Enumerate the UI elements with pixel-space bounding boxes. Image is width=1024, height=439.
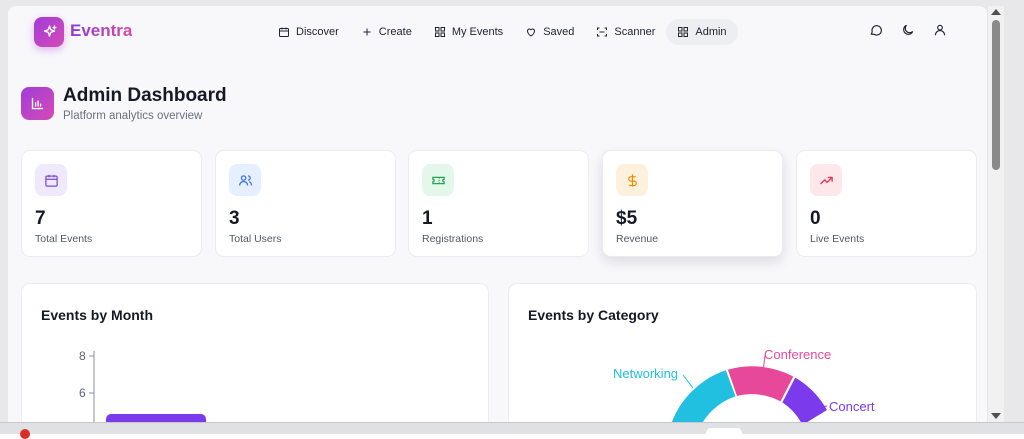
- sparkle-icon: [43, 24, 57, 37]
- nav-item-label: Discover: [296, 26, 339, 38]
- user-icon[interactable]: [933, 23, 947, 37]
- stat-value: 3: [229, 208, 240, 229]
- stat-value: 1: [422, 208, 433, 229]
- nav-item-scanner[interactable]: Scanner: [585, 19, 666, 45]
- events-by-category-panel: Events by Category Networking Conference…: [508, 283, 977, 422]
- dashboard-icon-box: [21, 87, 54, 120]
- scrollbar-thumb[interactable]: [992, 20, 1000, 170]
- stat-label: Total Users: [229, 233, 282, 245]
- grid-icon: [678, 27, 689, 37]
- slice-label-concert: Concert: [829, 399, 875, 414]
- y-tick-label: 6: [79, 386, 86, 400]
- nav-item-my-events[interactable]: My Events: [423, 19, 514, 45]
- stat-icon-box: [810, 164, 842, 196]
- label-leader-networking: [682, 374, 694, 389]
- browser-bottom-bar: [0, 422, 1024, 439]
- bar-chart-icon: [31, 97, 44, 110]
- grid-icon: [434, 27, 445, 37]
- nav-item-discover[interactable]: Discover: [267, 19, 350, 45]
- events-by-category-chart: Networking Conference Concert: [613, 347, 875, 422]
- stat-label: Revenue: [616, 233, 659, 245]
- logo-mark[interactable]: [34, 17, 64, 47]
- calendar-icon: [279, 27, 289, 37]
- stat-icon-box: [35, 164, 67, 196]
- status-dot-icon: [20, 429, 30, 439]
- nav-menu: Discover Create My Events Saved Scanner: [267, 19, 738, 45]
- trending-up-icon: [819, 176, 833, 184]
- scroll-down-arrow-icon[interactable]: [991, 413, 1001, 419]
- page: Eventra Discover Create My Events Saved: [8, 6, 987, 422]
- top-nav: Eventra Discover Create My Events Saved: [8, 6, 987, 58]
- scan-icon: [597, 27, 608, 37]
- month-bar[interactable]: [106, 414, 206, 422]
- moon-icon[interactable]: [901, 23, 915, 37]
- stat-card-live-events: 0 Live Events: [796, 150, 977, 257]
- nav-item-saved[interactable]: Saved: [514, 19, 585, 45]
- stat-value: 0: [810, 208, 821, 229]
- stat-card-revenue: $5 Revenue: [602, 150, 783, 257]
- nav-actions: [869, 23, 947, 37]
- nav-item-label: Scanner: [614, 26, 656, 38]
- scroll-up-arrow-icon[interactable]: [991, 9, 1001, 15]
- page-subtitle: Platform analytics overview: [63, 110, 203, 122]
- nav-item-label: Admin: [695, 26, 727, 38]
- stat-card-total-users: 3 Total Users: [215, 150, 396, 257]
- nav-item-create[interactable]: Create: [350, 19, 423, 45]
- nav-item-label: Create: [378, 26, 412, 38]
- nav-item-label: My Events: [451, 26, 504, 38]
- page-title: Admin Dashboard: [63, 85, 227, 106]
- stat-label: Total Events: [35, 233, 93, 245]
- stat-icon-box: [422, 164, 454, 196]
- events-by-month-chart: [89, 351, 206, 422]
- ticket-icon: [431, 176, 445, 184]
- y-tick-label: 8: [79, 349, 86, 363]
- slice-label-conference: Conference: [764, 347, 831, 362]
- stat-label: Live Events: [810, 233, 865, 245]
- users-icon: [238, 174, 252, 186]
- stat-card-total-events: 7 Total Events: [21, 150, 202, 257]
- events-by-month-panel: Events by Month 8 6: [21, 283, 489, 422]
- browser-viewport: Eventra Discover Create My Events Saved: [0, 0, 1024, 439]
- chat-icon[interactable]: [869, 23, 883, 37]
- calendar-icon: [44, 174, 58, 187]
- vertical-scrollbar[interactable]: [988, 6, 1004, 422]
- donut-slice-networking[interactable]: [671, 370, 736, 422]
- donut-slice-conference[interactable]: [727, 366, 794, 402]
- brand-name[interactable]: Eventra: [70, 21, 132, 41]
- bottom-pill: [706, 428, 742, 438]
- plus-icon: [363, 28, 371, 36]
- stat-icon-box: [616, 164, 648, 196]
- stat-card-registrations: 1 Registrations: [408, 150, 589, 257]
- heart-icon: [527, 28, 536, 37]
- stat-value: 7: [35, 208, 46, 229]
- dollar-icon: [627, 173, 637, 187]
- nav-item-admin[interactable]: Admin: [666, 19, 738, 45]
- stat-icon-box: [229, 164, 261, 196]
- slice-label-networking: Networking: [613, 366, 678, 381]
- stat-label: Registrations: [422, 233, 484, 245]
- stat-value: $5: [616, 208, 638, 229]
- nav-item-label: Saved: [543, 26, 575, 38]
